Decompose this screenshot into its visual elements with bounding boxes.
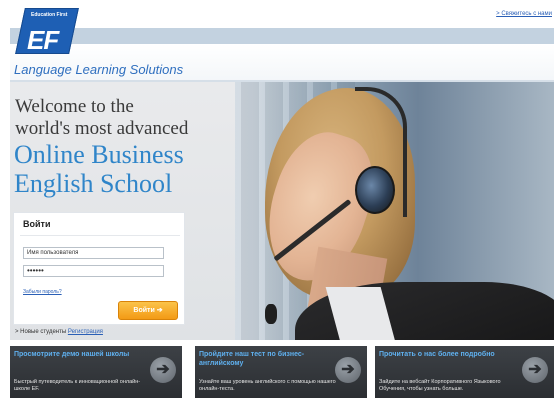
- login-box: Войти Имя пользователя •••••• Забыли пар…: [13, 212, 185, 325]
- headset-earpiece: [355, 166, 395, 214]
- password-input[interactable]: ••••••: [23, 265, 164, 277]
- welcome-line-2: world's most advanced: [15, 118, 189, 139]
- headline-line-2: English School: [14, 169, 173, 198]
- header-top-bar: [10, 28, 554, 44]
- arrow-right-icon[interactable]: ➔: [335, 357, 361, 383]
- card-title[interactable]: Просмотрите демо нашей школы: [14, 350, 144, 359]
- ef-logo[interactable]: Education First EF: [15, 8, 79, 55]
- about-card[interactable]: Прочитать о нас более подробно Зайдите н…: [375, 346, 554, 398]
- login-title: Войти: [23, 219, 51, 229]
- demo-card[interactable]: Просмотрите демо нашей школы Быстрый пут…: [10, 346, 182, 398]
- card-text: Узнайте ваш уровень английского с помощь…: [199, 379, 336, 392]
- login-divider: [20, 235, 180, 236]
- contact-us-link[interactable]: > Свяжитесь с нами: [496, 11, 552, 17]
- logo-top-text: Education First: [31, 12, 68, 18]
- card-title[interactable]: Пройдите наш тест по бизнес-английскому: [199, 350, 329, 368]
- new-students-line: > Новые студенты Регистрация: [15, 329, 103, 335]
- headline-line-1: Online Business: [14, 140, 184, 169]
- card-text: Зайдите на вебсайт Корпоративного Языков…: [379, 379, 501, 392]
- arrow-right-icon[interactable]: ➔: [150, 357, 176, 383]
- username-input[interactable]: Имя пользователя: [23, 247, 164, 259]
- test-card[interactable]: Пройдите наш тест по бизнес-английскому …: [195, 346, 367, 398]
- card-text: Быстрый путеводитель к инновационной онл…: [14, 379, 141, 392]
- new-students-label: > Новые студенты: [15, 329, 67, 335]
- welcome-line-1: Welcome to the: [15, 96, 134, 117]
- arrow-right-icon[interactable]: ➔: [522, 357, 548, 383]
- forgot-password-link[interactable]: Забыли пароль?: [23, 289, 62, 295]
- register-link[interactable]: Регистрация: [68, 329, 103, 335]
- login-button[interactable]: Войти ➔: [118, 301, 178, 320]
- tagline: Language Learning Solutions: [14, 62, 184, 77]
- logo-mark: EF: [27, 25, 59, 55]
- card-title[interactable]: Прочитать о нас более подробно: [379, 350, 509, 359]
- headset-mic-tip: [265, 304, 277, 324]
